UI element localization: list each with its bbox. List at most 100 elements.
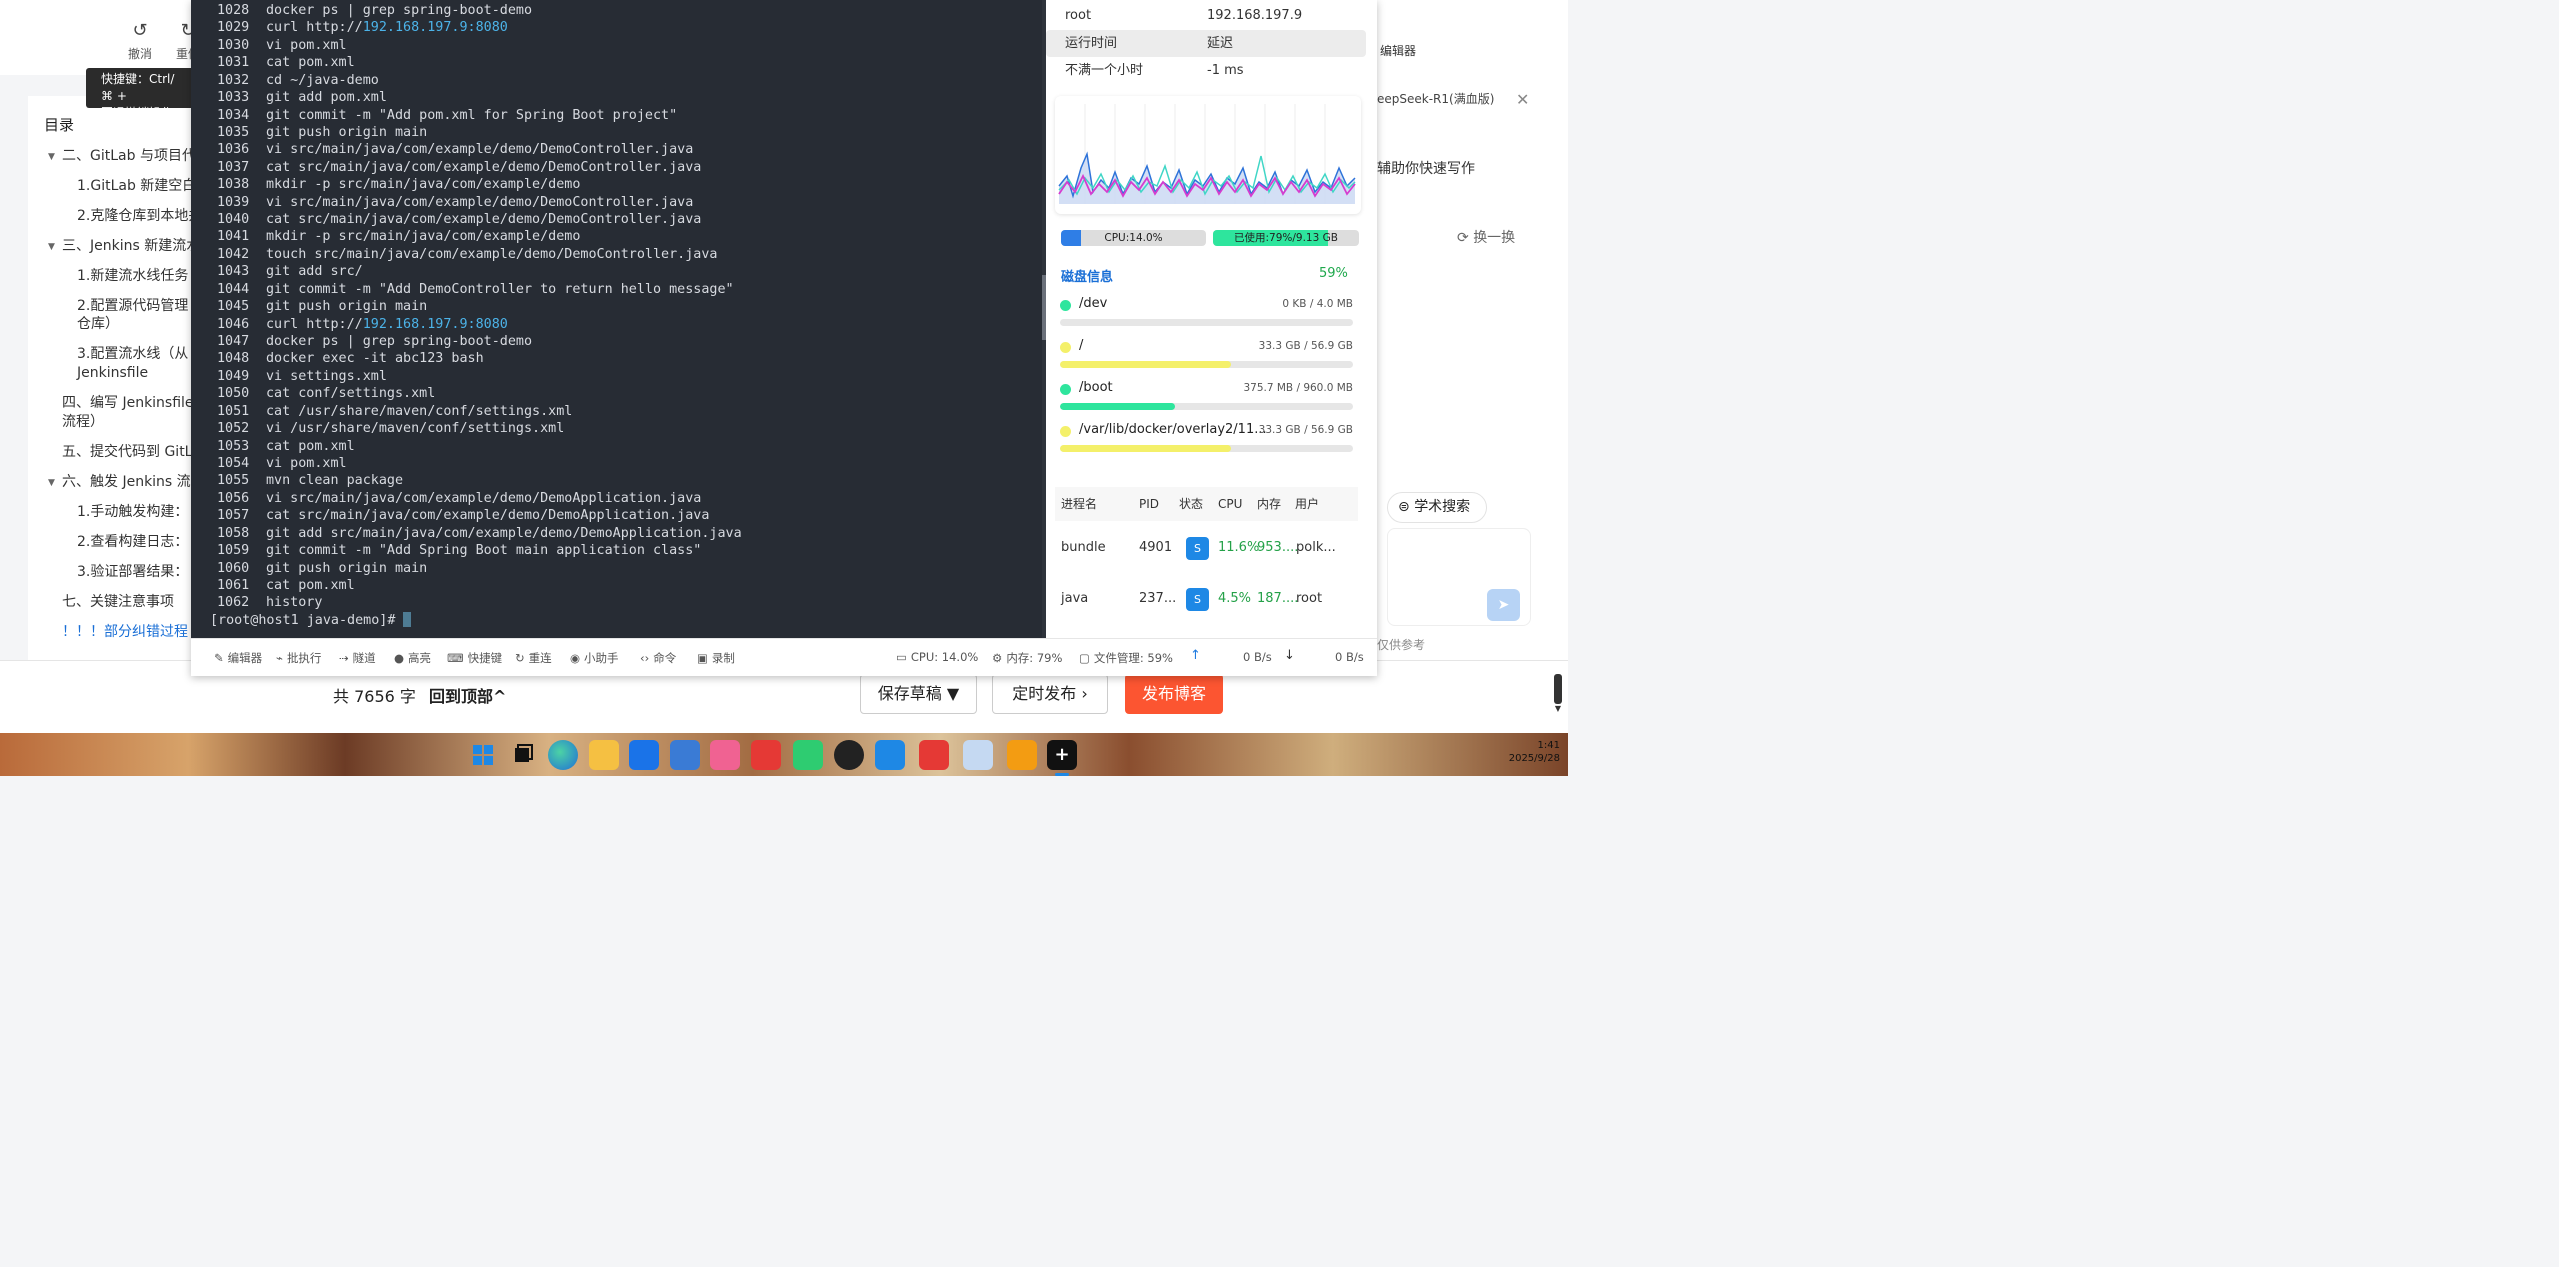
save-draft-label: 保存草稿 bbox=[877, 684, 942, 703]
disk-usage-bar bbox=[1060, 403, 1353, 410]
toc-item[interactable]: 五、提交代码到 GitLa bbox=[62, 443, 201, 462]
send-icon[interactable]: ➤ bbox=[1487, 589, 1520, 621]
statusbar-highlight-button[interactable]: ● 高亮 bbox=[394, 650, 431, 666]
model-name[interactable]: eepSeek-R1(满血版) bbox=[1377, 90, 1494, 107]
start-icon[interactable] bbox=[468, 740, 498, 770]
terminal-app-icon[interactable]: + bbox=[1047, 740, 1077, 770]
app-icon[interactable] bbox=[963, 740, 993, 770]
edge-browser-icon[interactable] bbox=[548, 740, 578, 770]
disk-size: 33.3 GB / 56.9 GB bbox=[1258, 424, 1353, 436]
statusbar-label: 命令 bbox=[653, 651, 677, 665]
publish-button[interactable]: 发布博客 bbox=[1125, 674, 1223, 714]
word-count-label: 共 7656 字 bbox=[333, 687, 416, 706]
disk-size: 375.7 MB / 960.0 MB bbox=[1243, 382, 1353, 394]
line-number: 1038 bbox=[217, 177, 250, 193]
tooltip-line: 快捷键：Ctrl/⌘ + bbox=[101, 72, 175, 103]
back-to-top-link[interactable]: 回到顶部^ bbox=[429, 687, 506, 706]
line-number: 1056 bbox=[217, 490, 250, 506]
toc-item[interactable]: 仓库） bbox=[77, 315, 119, 334]
command-text: vi src/main/java/com/example/demo/DemoCo… bbox=[266, 142, 694, 158]
toc-item[interactable]: 三、Jenkins 新建流水 bbox=[48, 237, 200, 257]
windows-taskbar: + bbox=[0, 733, 1568, 776]
disk-info-title: 磁盘信息 bbox=[1061, 270, 1114, 285]
statusbar-tunnel-button[interactable]: ⇢ 隧道 bbox=[339, 650, 376, 666]
disclaimer: 仅供参考 bbox=[1377, 638, 1426, 652]
info-row: root 192.168.197.9 bbox=[1046, 2, 1366, 29]
terminal-output[interactable]: 1028 docker ps | grep spring-boot-demo 102… bbox=[191, 0, 1042, 638]
toc-item[interactable]: 二、GitLab 与项目代 bbox=[48, 147, 196, 167]
disk-usage-bar bbox=[1060, 319, 1353, 326]
save-draft-button[interactable]: 保存草稿 ▼ bbox=[860, 674, 977, 714]
statusbar-keyboard-button[interactable]: ⌨ 快捷键 bbox=[447, 650, 502, 666]
command-text: history bbox=[266, 595, 323, 611]
toc-item[interactable]: 2.克隆仓库到本地并 bbox=[77, 207, 202, 226]
terminal-line: 1051 cat /usr/share/maven/conf/settings.x… bbox=[217, 403, 742, 420]
task-view-icon[interactable] bbox=[508, 740, 538, 770]
bilibili-icon[interactable] bbox=[710, 740, 740, 770]
refresh-button[interactable]: ⟳ 换一换 bbox=[1457, 227, 1515, 247]
toc-item[interactable]: 七、关键注意事项 bbox=[62, 593, 174, 612]
qq-icon[interactable] bbox=[834, 740, 864, 770]
shell-prompt[interactable]: [root@host1 java-demo]# bbox=[210, 612, 412, 628]
ssh-terminal-window: 1028 docker ps | grep spring-boot-demo 102… bbox=[191, 0, 1377, 676]
toc-item[interactable]: 2.配置源代码管理 bbox=[77, 297, 188, 316]
close-icon[interactable]: ✕ bbox=[1516, 90, 1529, 109]
disk-usage-fill bbox=[1060, 361, 1232, 368]
wechat-icon[interactable] bbox=[793, 740, 823, 770]
schedule-publish-button[interactable]: 定时发布 › bbox=[992, 674, 1108, 714]
toc-item[interactable]: 四、编写 Jenkinsfile bbox=[62, 394, 194, 413]
line-number: 1054 bbox=[217, 455, 250, 471]
statusbar-label: 录制 bbox=[711, 651, 735, 665]
app-icon[interactable] bbox=[670, 740, 700, 770]
app-icon[interactable] bbox=[1007, 740, 1037, 770]
toc-item[interactable]: 流程） bbox=[62, 413, 104, 432]
app-icon[interactable] bbox=[875, 740, 905, 770]
assistant-icon: ◉ bbox=[570, 651, 581, 665]
statusbar-command-button[interactable]: ‹› 命令 bbox=[640, 650, 676, 666]
toc-item[interactable]: 2.查看构建日志： bbox=[77, 533, 188, 552]
table-row[interactable]: bundle 4901 S 11.6% 953.... polk... bbox=[1055, 523, 1358, 573]
cpu-usage-bar: CPU:14.0% bbox=[1061, 230, 1206, 246]
statusbar-assistant-button[interactable]: ◉ 小助手 bbox=[570, 650, 619, 666]
academic-search-button[interactable]: ⊜ 学术搜索 bbox=[1387, 492, 1487, 523]
command-text: git push origin main bbox=[266, 124, 428, 140]
disk-status-dot bbox=[1060, 426, 1071, 437]
page-scrollbar[interactable]: ▼ bbox=[1553, 672, 1563, 717]
toc-item[interactable]: 六、触发 Jenkins 流水 bbox=[48, 473, 205, 493]
file-explorer-icon[interactable] bbox=[589, 740, 619, 770]
process-pid: 237... bbox=[1139, 591, 1177, 606]
toc-item[interactable]: 1.新建流水线任务 bbox=[77, 267, 188, 286]
disk-status-dot bbox=[1060, 300, 1071, 311]
statusbar-batch-button[interactable]: ⌁ 批执行 bbox=[276, 650, 321, 666]
statusbar-record-button[interactable]: ▣ 录制 bbox=[697, 650, 735, 666]
info-key: root bbox=[1065, 8, 1092, 23]
terminal-line: 1044 git commit -m "Add DemoController to… bbox=[217, 281, 742, 298]
editor-switch-label[interactable]: 编辑器 bbox=[1380, 42, 1416, 59]
app-icon[interactable] bbox=[919, 740, 949, 770]
command-text: cat conf/settings.xml bbox=[266, 386, 436, 402]
statusbar-reconnect-button[interactable]: ↻ 重连 bbox=[515, 650, 552, 666]
chip-icon: ⚙ bbox=[992, 651, 1003, 665]
table-row[interactable]: java 237... S 4.5% 187.... root bbox=[1055, 574, 1358, 624]
line-number: 1045 bbox=[217, 299, 250, 315]
toc-item[interactable]: ！！！部分纠错过程 bbox=[62, 623, 188, 642]
statusbar-editor-button[interactable]: ✎ 编辑器 bbox=[214, 650, 262, 666]
refresh-label: 换一换 bbox=[1473, 230, 1516, 246]
ai-assistant-panel: 编辑器 eepSeek-R1(满血版) ✕ 辅助你快速写作 ⟳ 换一换 ⊜ 学术… bbox=[1377, 0, 1568, 660]
system-clock[interactable]: 1:41 2025/9/28 bbox=[1490, 739, 1560, 765]
academic-search-label: 学术搜索 bbox=[1414, 499, 1471, 515]
terminal-line: 1054 vi pom.xml bbox=[217, 455, 742, 472]
toc-item[interactable]: Jenkinsfile bbox=[77, 364, 148, 383]
undo-button[interactable]: ↺ 撤消 bbox=[128, 20, 152, 62]
back-to-top-label: 回到顶部 bbox=[429, 687, 494, 706]
wps-icon[interactable] bbox=[751, 740, 781, 770]
process-name: bundle bbox=[1061, 540, 1106, 555]
toc-item[interactable]: 3.验证部署结果： bbox=[77, 563, 188, 582]
terminal-line: 1028 docker ps | grep spring-boot-demo bbox=[217, 2, 742, 19]
toc-item[interactable]: 1.手动触发构建： bbox=[77, 503, 188, 522]
store-icon[interactable] bbox=[629, 740, 659, 770]
toc-item[interactable]: 3.配置流水线（从 bbox=[77, 345, 188, 364]
file-manager-status[interactable]: ▢ 文件管理: 59% bbox=[1079, 650, 1173, 666]
info-row: 不满一个小时 -1 ms bbox=[1046, 57, 1366, 84]
table-of-contents: 目录 二、GitLab 与项目代1.GitLab 新建空白项2.克隆仓库到本地并… bbox=[28, 96, 210, 661]
